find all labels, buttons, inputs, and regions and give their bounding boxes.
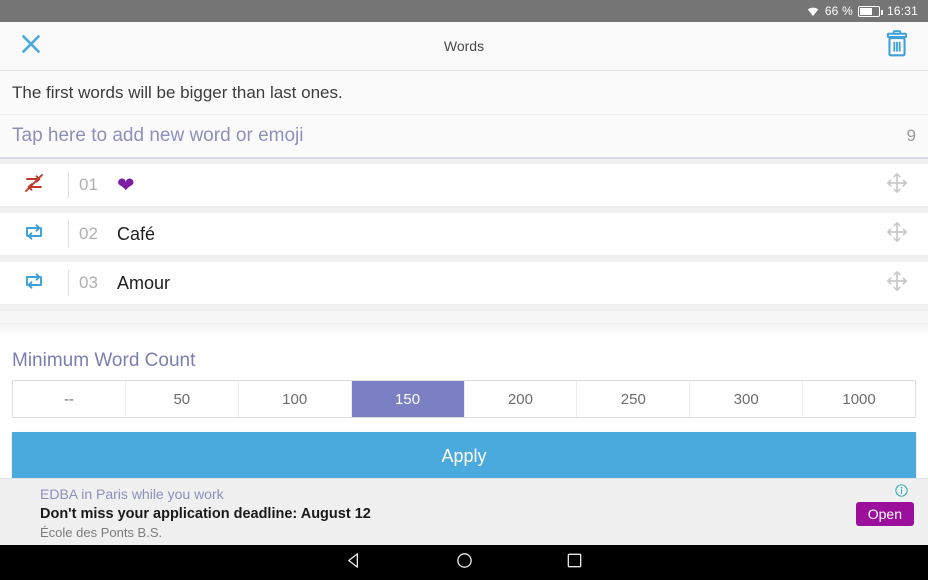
ad-headline: EDBA in Paris while you work [40, 486, 224, 502]
ad-banner[interactable]: EDBA in Paris while you work Don't miss … [0, 478, 928, 545]
battery-icon [857, 5, 883, 17]
repeat-off-icon [22, 172, 46, 199]
recents-icon [565, 551, 584, 575]
android-nav-bar [0, 545, 928, 580]
segment-option-1[interactable]: 50 [126, 381, 239, 417]
segment-option-5[interactable]: 250 [577, 381, 691, 417]
repeat-icon [22, 221, 46, 248]
app-bar: Words [0, 22, 928, 71]
segment-option-0[interactable]: -- [13, 381, 126, 417]
apply-button[interactable]: Apply [12, 432, 916, 480]
row-word[interactable]: ❤ [117, 173, 866, 198]
page-title: Words [443, 38, 485, 54]
segment-option-2[interactable]: 100 [239, 381, 352, 417]
table-row[interactable]: 01 ❤ [0, 163, 928, 207]
drag-handle[interactable] [866, 270, 928, 297]
segment-option-4[interactable]: 200 [465, 381, 578, 417]
recents-button[interactable] [519, 551, 629, 575]
add-word-input[interactable]: Tap here to add new word or emoji 9 [0, 115, 928, 159]
table-row-partial[interactable] [0, 310, 928, 324]
drag-handle[interactable] [866, 221, 928, 248]
min-word-count-segmented-control[interactable]: -- 50 100 150 200 250 300 1000 [12, 380, 916, 418]
move-icon [886, 270, 908, 297]
info-icon[interactable] [895, 484, 908, 502]
status-bar: 66 % 16:31 [0, 0, 928, 22]
home-button[interactable] [409, 551, 519, 575]
home-icon [455, 551, 474, 575]
row-index: 02 [79, 224, 98, 243]
back-icon [345, 551, 364, 575]
repeat-toggle-button[interactable] [0, 270, 68, 297]
row-index: 03 [79, 273, 98, 292]
hint-text: The first words will be bigger than last… [0, 71, 928, 115]
back-button[interactable] [299, 551, 409, 575]
ad-open-button[interactable]: Open [855, 502, 914, 526]
word-list: 01 ❤ 02 Café 03 Amour [0, 159, 928, 338]
row-index: 01 [79, 175, 98, 194]
add-word-placeholder: Tap here to add new word or emoji [12, 125, 304, 146]
clock-label: 16:31 [886, 4, 918, 18]
min-word-count-title: Minimum Word Count [12, 350, 196, 371]
segment-option-3[interactable]: 150 [351, 381, 465, 417]
drag-handle[interactable] [866, 172, 928, 199]
ad-text-block: EDBA in Paris while you work Don't miss … [0, 479, 818, 542]
segment-option-7[interactable]: 1000 [803, 381, 915, 417]
repeat-toggle-button[interactable] [0, 221, 68, 248]
table-row[interactable]: 03 Amour [0, 261, 928, 305]
list-fade [0, 324, 928, 338]
wifi-icon [806, 5, 820, 17]
row-word[interactable]: Café [117, 224, 866, 245]
word-count-badge: 9 [906, 126, 916, 145]
battery-percent-label: 66 % [824, 4, 853, 18]
table-row[interactable]: 02 Café [0, 212, 928, 256]
repeat-icon [22, 270, 46, 297]
repeat-toggle-button[interactable] [0, 172, 68, 199]
move-icon [886, 172, 908, 199]
segment-option-6[interactable]: 300 [690, 381, 804, 417]
ad-source: École des Ponts B.S. [40, 525, 163, 540]
ad-actions: Open [818, 479, 928, 545]
move-icon [886, 221, 908, 248]
row-word[interactable]: Amour [117, 273, 866, 294]
ad-body: Don't miss your application deadline: Au… [40, 506, 371, 522]
